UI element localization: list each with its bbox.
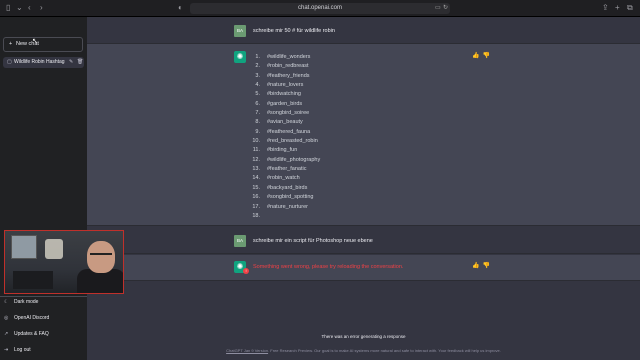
sidebar-toggle-icon[interactable]: ▯ [6, 3, 10, 13]
list-item: 8. #avian_beauty [255, 119, 303, 126]
sidebar: + New chat ▢ Wildlife Robin Hashtag ✎ 🗑 ☾ D… [0, 17, 87, 360]
trash-icon[interactable]: 🗑 [77, 57, 83, 68]
url-text: chat.openai.com [297, 5, 343, 11]
list-item: 16. #songbird_spotting [252, 194, 314, 201]
user-message-text: schreibe mir ein script für Photoshop ne… [253, 238, 373, 244]
list-item: 9. #feathered_fauna [255, 128, 311, 135]
chat-bubble-icon: ▢ [7, 59, 12, 65]
sidebar-item-dark-mode[interactable]: ☾ Dark mode [4, 296, 84, 308]
plus-icon[interactable]: + [615, 3, 620, 13]
hashtag-list: 1. #wildlife_wonders 2. #robin_redbreast 3… [250, 53, 320, 221]
thumbs-down-icon[interactable]: 👎 [482, 263, 492, 269]
conversation-pane: BA schreibe mir 50 # für wildlife robin … [87, 17, 640, 360]
list-item: 5. #birdwatching [255, 91, 301, 98]
sidebar-item-updates-faq[interactable]: ↗ Updates & FAQ [4, 328, 84, 340]
extension-icon[interactable]: ▭ [435, 4, 441, 13]
privacy-shield-icon[interactable]: ◐ [178, 3, 183, 13]
list-item: 17. #nature_nurturer [252, 203, 308, 210]
list-item: 15. #backyard_birds [252, 184, 308, 191]
list-item: 10. #red_breasted_robin [252, 138, 318, 145]
list-item: 4. #nature_lovers [255, 82, 304, 89]
sidebar-history-item[interactable]: ▢ Wildlife Robin Hashtag ✎ 🗑 [3, 57, 84, 68]
list-item: 6. #garden_birds [255, 100, 303, 107]
assistant-error-message: ✺ ! Something went wrong, please try rel… [87, 255, 640, 281]
thumbs-down-icon[interactable]: 👎 [482, 53, 492, 59]
footer-note-text: . Free Research Preview. Our goal is to … [268, 348, 501, 353]
sidebar-item-label: Log out [14, 347, 31, 353]
version-link[interactable]: ChatGPT Jan 9 Version [226, 348, 268, 353]
sidebar-item-label: OpenAI Discord [14, 315, 50, 321]
edit-icon[interactable]: ✎ [69, 57, 73, 68]
address-bar[interactable]: chat.openai.com ▭ ↻ [190, 3, 450, 14]
sidebar-item-label: Dark mode [14, 299, 39, 305]
discord-icon: ◎ [4, 315, 9, 321]
moon-icon: ☾ [4, 299, 9, 305]
user-message: BA schreibe mir 50 # für wildlife robin [87, 17, 640, 44]
logout-icon: ⇥ [4, 347, 9, 353]
user-avatar: BA [234, 235, 246, 247]
list-item: 12. #wildlife_photography [252, 156, 321, 163]
footer-note: ChatGPT Jan 9 Version. Free Research Pre… [87, 348, 640, 353]
list-item: 13. #feather_fanatic [252, 166, 307, 173]
user-message: BA schreibe mir ein script für Photoshop… [87, 227, 640, 254]
list-item: 2. #robin_redbreast [255, 63, 309, 70]
list-item: 1. #wildlife_wonders [255, 54, 311, 60]
webcam-lamp [45, 239, 63, 259]
user-avatar: BA [234, 25, 246, 37]
assistant-message: ✺ 👍👎 1. #wildlife_wonders 2. #robin_redbre… [87, 44, 640, 226]
webcam-person-head [87, 241, 115, 273]
webcam-person-glasses [90, 253, 112, 257]
openai-logo-icon: ✺ [234, 51, 246, 63]
mouse-cursor-icon: ↖ [32, 38, 38, 45]
list-item: 18. [252, 212, 260, 219]
list-item: 3. #feathery_friends [255, 72, 310, 79]
error-message-text: Something went wrong, please try reloadi… [253, 264, 404, 270]
sidebar-item-label: Updates & FAQ [14, 331, 49, 337]
thumbs-up-icon[interactable]: 👍 [472, 53, 482, 59]
history-item-title: Wildlife Robin Hashtag [14, 59, 65, 65]
generation-error-banner: There was an error generating a response [321, 334, 406, 339]
browser-toolbar: ▯ ⌄ ‹ › ◐ chat.openai.com ▭ ↻ ⇪ + ⧉ [0, 0, 640, 17]
chevron-down-icon[interactable]: ⌄ [16, 3, 23, 13]
user-message-text: schreibe mir 50 # für wildlife robin [253, 28, 335, 34]
thumbs-up-icon[interactable]: 👍 [472, 263, 482, 269]
sidebar-item-discord[interactable]: ◎ OpenAI Discord [4, 312, 84, 324]
feedback-buttons: 👍👎 [472, 262, 493, 269]
tabs-icon[interactable]: ⧉ [627, 3, 633, 13]
list-item: 7. #songbird_soiree [255, 110, 310, 117]
webcam-overlay [4, 230, 124, 294]
webcam-window-background [11, 235, 37, 259]
external-link-icon: ↗ [4, 331, 9, 337]
sidebar-item-log-out[interactable]: ⇥ Log out [4, 344, 84, 356]
forward-icon[interactable]: › [40, 3, 43, 13]
back-icon[interactable]: ‹ [28, 3, 31, 13]
plus-icon: + [9, 41, 13, 47]
error-badge-icon: ! [243, 268, 249, 274]
list-item: 14. #robin_watch [252, 175, 300, 182]
new-chat-button[interactable]: + New chat [3, 37, 83, 52]
feedback-buttons: 👍👎 [472, 52, 493, 59]
share-icon[interactable]: ⇪ [602, 3, 609, 13]
list-item: 11. #birding_fun [252, 147, 298, 154]
reload-icon[interactable]: ↻ [443, 4, 448, 13]
webcam-shelf [13, 271, 53, 289]
